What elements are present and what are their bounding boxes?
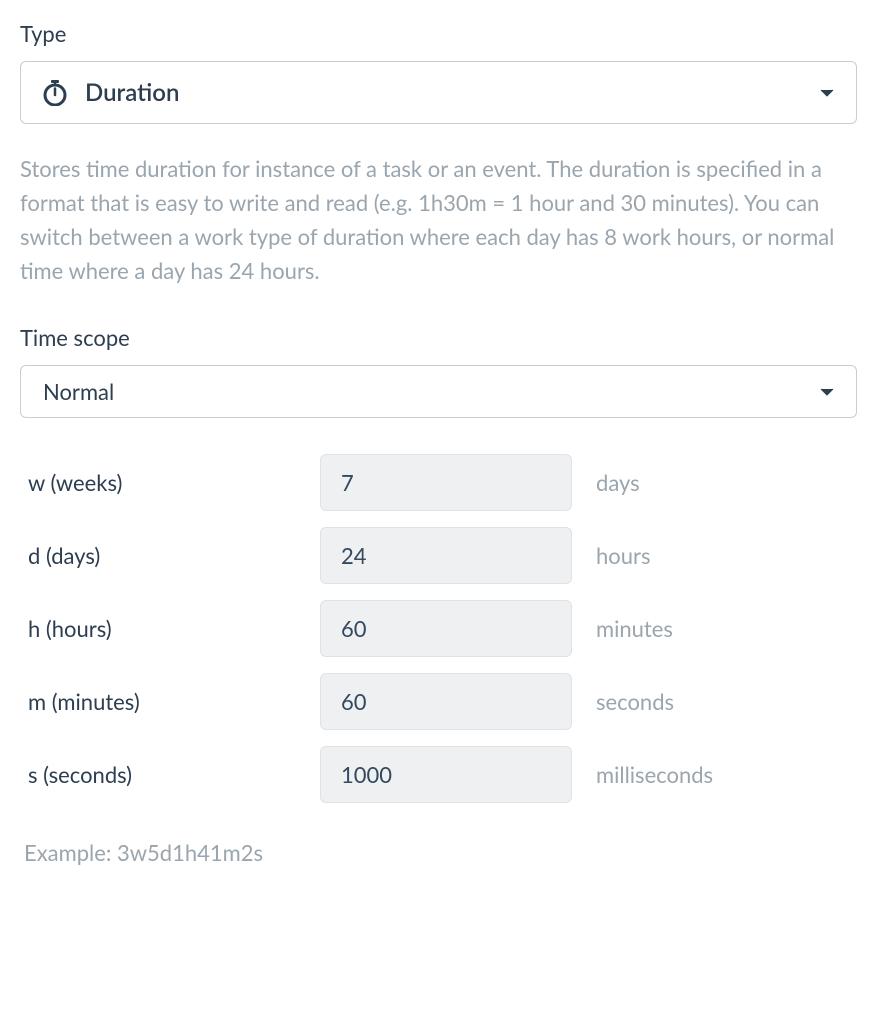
example-value: 3w5d1h41m2s bbox=[117, 839, 263, 866]
unit-label: h (hours) bbox=[20, 615, 320, 642]
timescope-select-value: Normal bbox=[43, 378, 114, 405]
unit-row-minutes: m (minutes) 60 seconds bbox=[20, 665, 857, 738]
type-field: Type Duration bbox=[20, 20, 857, 124]
unit-value-input[interactable]: 60 bbox=[320, 600, 572, 657]
unit-value-input[interactable]: 60 bbox=[320, 673, 572, 730]
chevron-down-icon bbox=[820, 89, 834, 97]
type-select-value: Duration bbox=[85, 78, 179, 107]
timescope-label: Time scope bbox=[20, 324, 857, 351]
unit-value-input[interactable]: 1000 bbox=[320, 746, 572, 803]
timescope-select[interactable]: Normal bbox=[20, 365, 857, 418]
unit-row-weeks: w (weeks) 7 days bbox=[20, 446, 857, 519]
stopwatch-icon bbox=[43, 80, 67, 106]
unit-label: d (days) bbox=[20, 542, 320, 569]
unit-value-input[interactable]: 7 bbox=[320, 454, 572, 511]
unit-label: s (seconds) bbox=[20, 761, 320, 788]
unit-suffix: seconds bbox=[572, 688, 674, 715]
unit-row-days: d (days) 24 hours bbox=[20, 519, 857, 592]
unit-label: w (weeks) bbox=[20, 469, 320, 496]
unit-suffix: milliseconds bbox=[572, 761, 713, 788]
example-text: Example: 3w5d1h41m2s bbox=[20, 839, 857, 866]
unit-suffix: days bbox=[572, 469, 640, 496]
unit-suffix: hours bbox=[572, 542, 650, 569]
chevron-down-icon bbox=[820, 388, 834, 396]
unit-row-seconds: s (seconds) 1000 milliseconds bbox=[20, 738, 857, 811]
type-description: Stores time duration for instance of a t… bbox=[20, 152, 857, 288]
unit-label: m (minutes) bbox=[20, 688, 320, 715]
unit-row-hours: h (hours) 60 minutes bbox=[20, 592, 857, 665]
timescope-field: Time scope Normal bbox=[20, 324, 857, 418]
type-select[interactable]: Duration bbox=[20, 61, 857, 124]
units-table: w (weeks) 7 days d (days) 24 hours h (ho… bbox=[20, 446, 857, 811]
unit-suffix: minutes bbox=[572, 615, 673, 642]
example-prefix: Example: bbox=[24, 839, 117, 866]
unit-value-input[interactable]: 24 bbox=[320, 527, 572, 584]
type-label: Type bbox=[20, 20, 857, 47]
